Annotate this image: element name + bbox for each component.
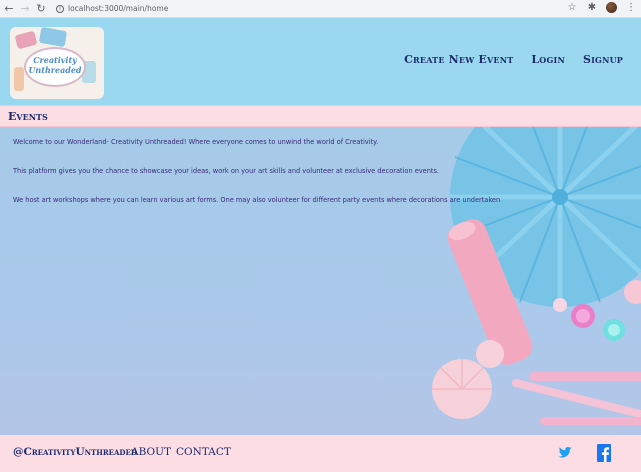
create-event-link[interactable]: Create New Event <box>404 53 513 66</box>
site-footer: @CreativityUnthreaded ABOUT CONTACT <box>0 435 641 472</box>
decor-sticks <box>511 372 641 425</box>
login-link[interactable]: Login <box>531 53 565 66</box>
workshops-paragraph: We host art workshops where you can lear… <box>13 196 501 204</box>
facebook-icon[interactable] <box>596 443 612 463</box>
extensions-icon[interactable]: ✱ <box>586 2 598 13</box>
forward-arrow-icon[interactable]: → <box>18 2 32 16</box>
logo-decoration <box>14 67 24 91</box>
browser-toolbar: ← → ↻ i localhost:3000/main/home ☆ ✱ ⋮ <box>0 0 641 18</box>
top-nav: Create New Event Login Signup <box>404 53 623 66</box>
platform-paragraph: This platform gives you the chance to sh… <box>13 167 440 175</box>
logo-text: Creativity Unthreaded <box>28 55 82 75</box>
logo-decoration <box>14 30 38 50</box>
profile-avatar[interactable] <box>606 2 617 13</box>
site-header: Creativity Unthreaded Create New Event L… <box>0 18 641 105</box>
site-logo[interactable]: Creativity Unthreaded <box>10 27 104 99</box>
section-title: Events <box>8 110 48 123</box>
info-icon[interactable]: i <box>56 4 64 13</box>
intro-paragraph: Welcome to our Wonderland- Creativity Un… <box>13 138 379 146</box>
page-root: ← → ↻ i localhost:3000/main/home ☆ ✱ ⋮ C… <box>0 0 641 472</box>
browser-actions: ☆ ✱ ⋮ <box>566 2 637 13</box>
menu-dots-icon[interactable]: ⋮ <box>625 2 637 13</box>
url-text: localhost:3000/main/home <box>68 4 169 13</box>
signup-link[interactable]: Signup <box>583 53 623 66</box>
back-arrow-icon[interactable]: ← <box>2 2 16 16</box>
main-content: Welcome to our Wonderland- Creativity Un… <box>0 127 641 435</box>
events-bar: Events <box>0 105 641 127</box>
social-handle-link[interactable]: @CreativityUnthreaded <box>13 446 137 458</box>
about-link[interactable]: ABOUT <box>131 446 171 458</box>
address-bar[interactable]: i localhost:3000/main/home <box>56 2 168 16</box>
twitter-icon[interactable] <box>557 443 573 463</box>
reload-icon[interactable]: ↻ <box>34 2 48 16</box>
star-icon[interactable]: ☆ <box>566 2 578 13</box>
logo-decoration <box>38 27 68 48</box>
contact-link[interactable]: CONTACT <box>176 446 231 458</box>
paper-flower <box>432 340 504 419</box>
